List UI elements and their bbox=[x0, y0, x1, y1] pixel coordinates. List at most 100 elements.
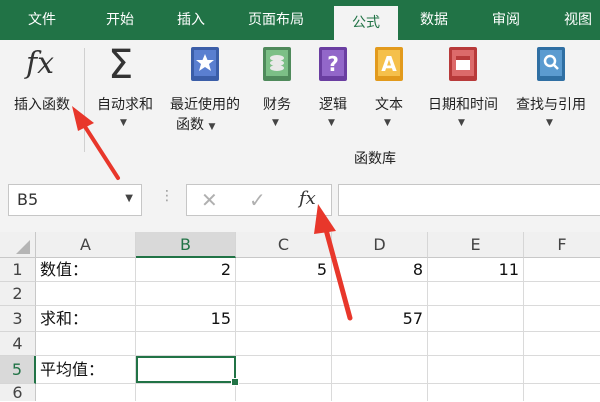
row-header-4[interactable]: 4 bbox=[0, 332, 36, 356]
financial-label: 财务 bbox=[263, 97, 291, 113]
drag-handle-icon[interactable]: ⋮ bbox=[160, 188, 174, 204]
cell-a5[interactable]: 平均值： bbox=[36, 356, 136, 384]
column-header-c[interactable]: C bbox=[236, 232, 332, 258]
cell-f3[interactable] bbox=[524, 306, 600, 332]
autosum-label: 自动求和 bbox=[97, 97, 153, 113]
cell-c4[interactable] bbox=[236, 332, 332, 356]
cell-f5[interactable] bbox=[524, 356, 600, 384]
column-header-b[interactable]: B bbox=[136, 232, 236, 258]
fill-handle[interactable] bbox=[231, 378, 239, 386]
cell-f2[interactable] bbox=[524, 282, 600, 306]
tab-home[interactable]: 开始 bbox=[98, 0, 142, 40]
cell-b1[interactable]: 2 bbox=[136, 258, 236, 282]
cell-f4[interactable] bbox=[524, 332, 600, 356]
logical-label: 逻辑 bbox=[319, 97, 347, 113]
autosum-button[interactable]: Σ 自动求和 ▼ bbox=[88, 40, 162, 136]
cell-d3[interactable]: 57 bbox=[332, 306, 428, 332]
row-header-3[interactable]: 3 bbox=[0, 306, 36, 332]
cell-e5[interactable] bbox=[428, 356, 524, 384]
confirm-check-icon[interactable]: ✓ bbox=[249, 188, 266, 212]
search-book-icon bbox=[537, 47, 565, 81]
chevron-down-icon: ▼ bbox=[272, 118, 279, 128]
insert-function-fx-icon[interactable]: fx bbox=[299, 188, 316, 209]
tab-review[interactable]: 审阅 bbox=[486, 0, 526, 40]
text-button[interactable]: A 文本 ▼ bbox=[364, 40, 414, 136]
tab-data[interactable]: 数据 bbox=[414, 0, 454, 40]
insert-function-label: 插入函数 bbox=[14, 97, 70, 113]
tab-page-layout[interactable]: 页面布局 bbox=[240, 0, 312, 40]
row-header-1[interactable]: 1 bbox=[0, 258, 36, 282]
financial-button[interactable]: 财务 ▼ bbox=[252, 40, 302, 136]
cell-e6[interactable] bbox=[428, 384, 524, 401]
insert-function-button[interactable]: fx 插入函数 bbox=[4, 40, 80, 120]
tab-file[interactable]: 文件 bbox=[22, 0, 62, 40]
chevron-down-icon[interactable]: ▼ bbox=[125, 193, 133, 204]
cell-a2[interactable] bbox=[36, 282, 136, 306]
function-fx-icon: fx bbox=[26, 46, 55, 81]
cell-e2[interactable] bbox=[428, 282, 524, 306]
text-label: 文本 bbox=[375, 97, 403, 113]
cell-b3[interactable]: 15 bbox=[136, 306, 236, 332]
svg-text:A: A bbox=[381, 52, 397, 76]
tab-formulas[interactable]: 公式 bbox=[334, 6, 398, 40]
row-header-5[interactable]: 5 bbox=[0, 356, 36, 384]
column-header-d[interactable]: D bbox=[332, 232, 428, 258]
column-header-e[interactable]: E bbox=[428, 232, 524, 258]
cancel-icon[interactable]: ✕ bbox=[201, 188, 218, 212]
cell-c1[interactable]: 5 bbox=[236, 258, 332, 282]
calendar-book-icon bbox=[449, 47, 477, 81]
name-box-value: B5 bbox=[17, 190, 39, 209]
chevron-down-icon: ▼ bbox=[384, 118, 391, 128]
cell-c6[interactable] bbox=[236, 384, 332, 401]
recently-used-button[interactable]: 最近使用的 函数 ▼ bbox=[162, 40, 248, 136]
cell-c5[interactable] bbox=[236, 356, 332, 384]
cell-a1[interactable]: 数值： bbox=[36, 258, 136, 282]
cell-e3[interactable] bbox=[428, 306, 524, 332]
cell-a3[interactable]: 求和： bbox=[36, 306, 136, 332]
row-header-6[interactable]: 6 bbox=[0, 384, 36, 401]
cell-d1[interactable]: 8 bbox=[332, 258, 428, 282]
cell-e4[interactable] bbox=[428, 332, 524, 356]
tab-view[interactable]: 视图 bbox=[556, 0, 600, 40]
chevron-down-icon: ▼ bbox=[120, 118, 127, 128]
cell-d2[interactable] bbox=[332, 282, 428, 306]
active-cell-selection bbox=[136, 356, 236, 383]
logical-button[interactable]: ? 逻辑 ▼ bbox=[308, 40, 358, 136]
column-header-f[interactable]: F bbox=[524, 232, 600, 258]
ribbon-tab-bar: 文件 开始 插入 页面布局 公式 数据 审阅 视图 bbox=[0, 0, 600, 40]
cell-c2[interactable] bbox=[236, 282, 332, 306]
formula-input[interactable] bbox=[338, 184, 600, 216]
cell-d4[interactable] bbox=[332, 332, 428, 356]
lookup-reference-button[interactable]: 查找与引用 ▼ bbox=[506, 40, 596, 136]
ribbon-formulas-panel: fx 插入函数 Σ 自动求和 ▼ 最近使用的 函数 ▼ 财务 ▼ ? 逻辑 ▼ … bbox=[0, 40, 600, 173]
column-header-a[interactable]: A bbox=[36, 232, 136, 258]
cell-f6[interactable] bbox=[524, 384, 600, 401]
cell-b6[interactable] bbox=[136, 384, 236, 401]
cell-c3[interactable] bbox=[236, 306, 332, 332]
name-box[interactable]: B5 ▼ bbox=[8, 184, 142, 216]
ribbon-separator bbox=[84, 48, 85, 152]
chevron-down-icon: ▼ bbox=[458, 118, 465, 128]
chevron-down-icon: ▼ bbox=[546, 118, 553, 128]
svg-text:?: ? bbox=[327, 52, 339, 76]
star-book-icon bbox=[191, 47, 219, 81]
corner-triangle-icon bbox=[16, 240, 30, 254]
sigma-icon: Σ bbox=[108, 42, 134, 88]
cell-b4[interactable] bbox=[136, 332, 236, 356]
date-time-button[interactable]: 日期和时间 ▼ bbox=[418, 40, 508, 136]
row-header-2[interactable]: 2 bbox=[0, 282, 36, 306]
select-all-corner[interactable] bbox=[0, 232, 36, 258]
tab-insert[interactable]: 插入 bbox=[170, 0, 212, 40]
recently-used-label-line1: 最近使用的 bbox=[170, 97, 240, 113]
cell-e1[interactable]: 11 bbox=[428, 258, 524, 282]
text-book-icon: A bbox=[375, 47, 403, 81]
lookup-reference-label: 查找与引用 bbox=[516, 97, 586, 113]
cell-d5[interactable] bbox=[332, 356, 428, 384]
question-book-icon: ? bbox=[319, 47, 347, 81]
cell-b2[interactable] bbox=[136, 282, 236, 306]
cell-a4[interactable] bbox=[36, 332, 136, 356]
cell-d6[interactable] bbox=[332, 384, 428, 401]
function-library-group-label: 函数库 bbox=[354, 151, 396, 167]
cell-f1[interactable] bbox=[524, 258, 600, 282]
cell-a6[interactable] bbox=[36, 384, 136, 401]
